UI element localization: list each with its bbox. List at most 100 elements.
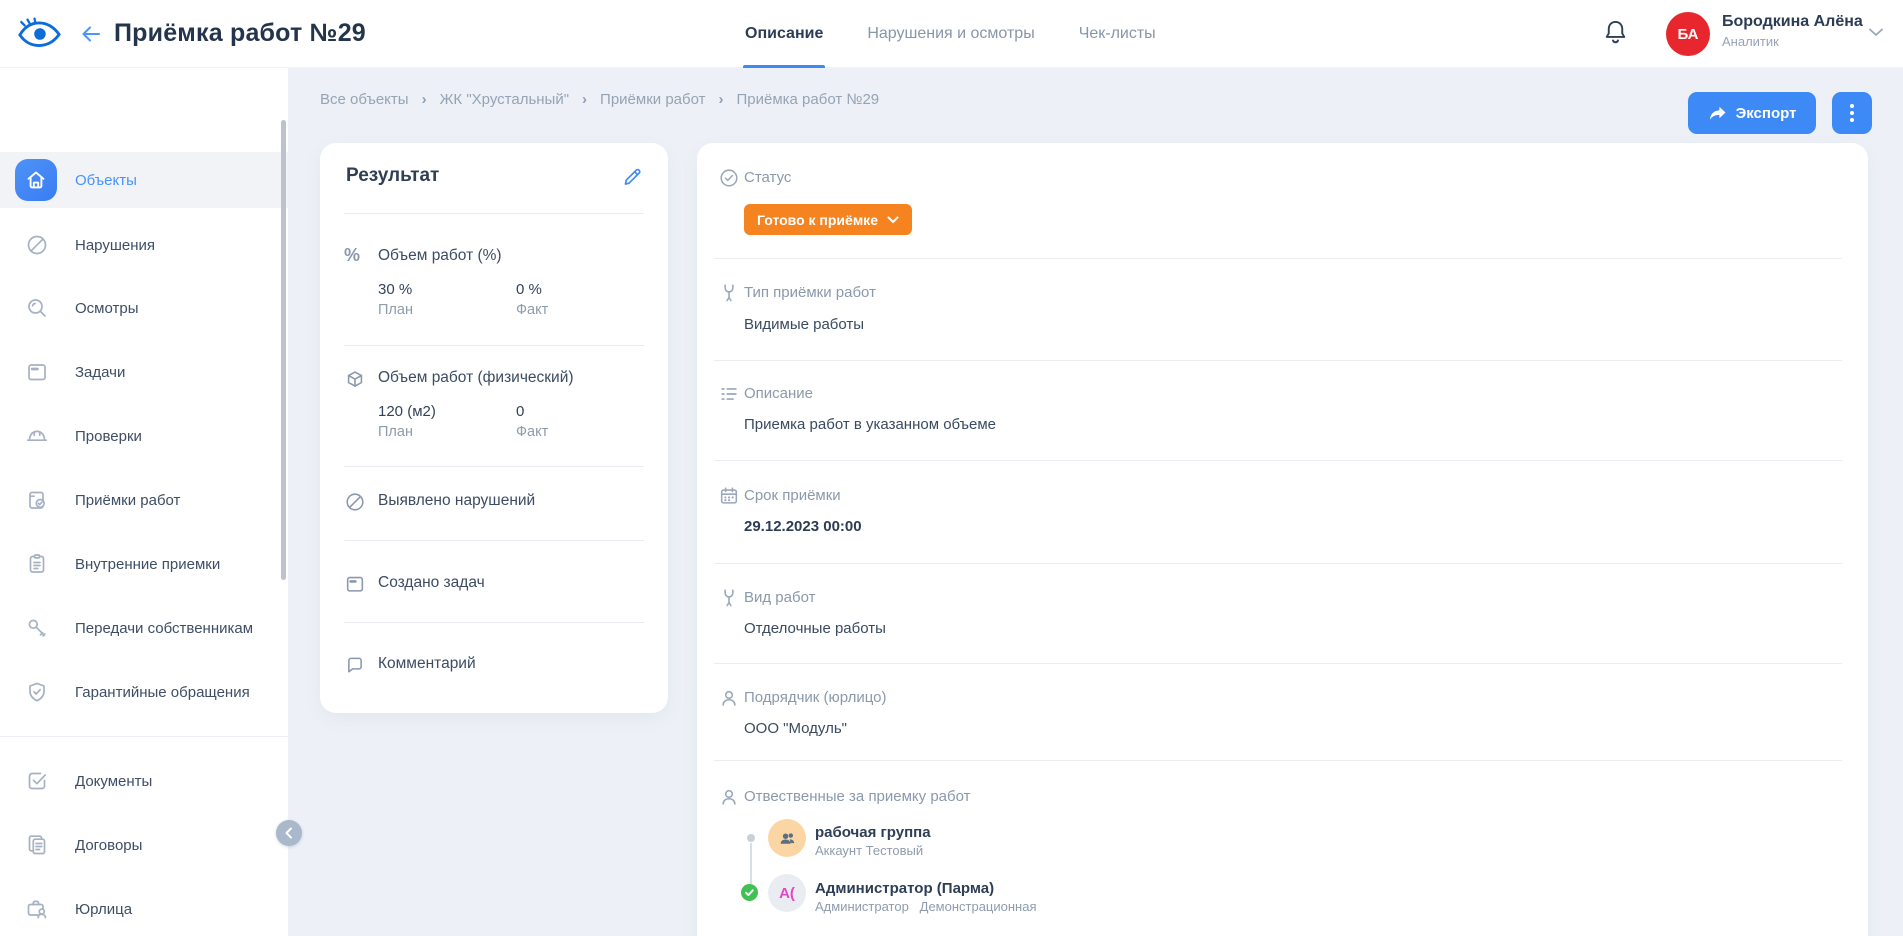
field-value: Приемка работ в указанном объеме bbox=[744, 416, 996, 433]
helmet-icon bbox=[25, 424, 49, 448]
sidebar-collapse-button[interactable] bbox=[276, 820, 302, 846]
sidebar-item-label: Объекты bbox=[75, 172, 137, 189]
back-button[interactable] bbox=[78, 22, 104, 46]
field-label: Вид работ bbox=[744, 589, 815, 606]
user-role: Аналитик bbox=[1722, 34, 1863, 49]
sidebar-item-contracts[interactable]: Договоры bbox=[0, 817, 288, 873]
logo-eye-icon[interactable] bbox=[16, 14, 62, 54]
field-value: ООО "Модуль" bbox=[744, 720, 847, 737]
sidebar-item-label: Гарантийные обращения bbox=[75, 684, 250, 701]
breadcrumb-separator: › bbox=[582, 91, 587, 108]
field-value: Отделочные работы bbox=[744, 620, 886, 637]
window-icon bbox=[344, 573, 366, 595]
tab-violations-inspections[interactable]: Нарушения и осмотры bbox=[867, 0, 1034, 68]
status-dropdown-button[interactable]: Готово к приёмке bbox=[744, 204, 912, 235]
sidebar-item-label: Осмотры bbox=[75, 300, 139, 317]
responsible-caption: Администратор Демонстрационная bbox=[815, 899, 1037, 914]
ban-icon bbox=[344, 491, 366, 513]
list-icon bbox=[718, 383, 740, 405]
ban-icon bbox=[25, 233, 49, 257]
detail-card: Статус Готово к приёмке Тип приёмки рабо… bbox=[697, 143, 1868, 936]
divider bbox=[344, 622, 644, 623]
app-root: Приёмка работ №29 Описание Нарушения и о… bbox=[0, 0, 1903, 936]
divider bbox=[714, 460, 1842, 461]
approved-check-icon bbox=[741, 884, 758, 901]
person-icon bbox=[718, 687, 740, 709]
divider bbox=[714, 760, 1842, 761]
timeline-line bbox=[750, 843, 752, 884]
export-button[interactable]: Экспорт bbox=[1688, 92, 1816, 134]
sidebar-item-label: Юрлица bbox=[75, 901, 132, 918]
responsible-name[interactable]: Администратор (Парма) bbox=[815, 880, 994, 897]
sidebar-item-label: Внутренние приемки bbox=[75, 556, 220, 573]
plan-value: 120 (м2) bbox=[378, 403, 436, 420]
responsible-name[interactable]: рабочая группа bbox=[815, 824, 931, 841]
responsible-caption: Аккаунт Тестовый bbox=[815, 843, 923, 858]
share-icon bbox=[1708, 105, 1727, 122]
sidebar-item-owner-transfers[interactable]: Передачи собственникам bbox=[0, 600, 288, 656]
shield-check-icon bbox=[25, 680, 49, 704]
result-section-label: Объем работ (физический) bbox=[378, 369, 574, 387]
divider bbox=[714, 563, 1842, 564]
result-section-label: Создано задач bbox=[378, 574, 485, 592]
divider bbox=[344, 540, 644, 541]
fact-value: 0 % bbox=[516, 281, 542, 298]
sidebar-scrollbar[interactable] bbox=[281, 120, 286, 580]
sidebar-item-objects[interactable]: Объекты bbox=[0, 152, 288, 208]
divider bbox=[714, 360, 1842, 361]
divider bbox=[714, 663, 1842, 664]
user-avatar[interactable]: БА bbox=[1666, 12, 1710, 56]
sidebar-item-label: Проверки bbox=[75, 428, 142, 445]
sidebar-item-inspections[interactable]: Осмотры bbox=[0, 280, 288, 336]
field-label: Описание bbox=[744, 385, 813, 402]
tab-checklists[interactable]: Чек-листы bbox=[1079, 0, 1156, 68]
sidebar-item-checks[interactable]: Проверки bbox=[0, 408, 288, 464]
kebab-menu-button[interactable] bbox=[1832, 92, 1872, 134]
top-header: Приёмка работ №29 Описание Нарушения и о… bbox=[0, 0, 1903, 68]
breadcrumb-separator: › bbox=[422, 91, 427, 108]
field-value: 29.12.2023 00:00 bbox=[744, 518, 862, 535]
result-section-label: Комментарий bbox=[378, 655, 476, 673]
chevron-left-icon bbox=[284, 827, 294, 839]
timeline-dot bbox=[747, 834, 755, 842]
wrench-icon bbox=[718, 282, 740, 304]
status-value: Готово к приёмке bbox=[757, 212, 878, 228]
result-section-label: Выявлено нарушений bbox=[378, 492, 535, 510]
check-circle-icon bbox=[718, 167, 740, 189]
breadcrumb-separator: › bbox=[718, 91, 723, 108]
sidebar-item-label: Задачи bbox=[75, 364, 125, 381]
breadcrumb-all-objects[interactable]: Все объекты bbox=[320, 91, 409, 108]
home-icon bbox=[15, 159, 57, 201]
documents-icon bbox=[25, 833, 49, 857]
clipboard-lines-icon bbox=[25, 552, 49, 576]
sidebar-item-legal-entities[interactable]: Юрлица bbox=[0, 881, 288, 936]
sidebar-item-work-acceptances[interactable]: Приёмки работ bbox=[0, 472, 288, 528]
search-icon bbox=[25, 296, 49, 320]
divider bbox=[344, 213, 644, 214]
sidebar-item-internal-acceptances[interactable]: Внутренние приемки bbox=[0, 536, 288, 592]
export-label: Экспорт bbox=[1736, 105, 1797, 122]
calendar-icon bbox=[718, 485, 740, 507]
user-block[interactable]: Бородкина Алёна Аналитик bbox=[1722, 13, 1863, 49]
field-value: Видимые работы bbox=[744, 316, 864, 333]
sidebar-item-violations[interactable]: Нарушения bbox=[0, 217, 288, 273]
plan-caption: План bbox=[378, 302, 413, 318]
field-label: Подрядчик (юрлицо) bbox=[744, 689, 887, 706]
key-icon bbox=[25, 616, 49, 640]
sidebar-item-label: Нарушения bbox=[75, 237, 155, 254]
sidebar-item-tasks[interactable]: Задачи bbox=[0, 344, 288, 400]
briefcase-person-icon bbox=[25, 897, 49, 921]
sidebar-item-label: Документы bbox=[75, 773, 152, 790]
sidebar-item-documents[interactable]: Документы bbox=[0, 753, 288, 809]
fact-value: 0 bbox=[516, 403, 524, 420]
breadcrumb-acceptances[interactable]: Приёмки работ bbox=[600, 91, 705, 108]
bell-icon[interactable] bbox=[1602, 18, 1629, 48]
group-avatar[interactable] bbox=[768, 819, 806, 857]
breadcrumb-complex[interactable]: ЖК "Хрустальный" bbox=[440, 91, 569, 108]
chevron-down-icon[interactable] bbox=[1868, 27, 1886, 39]
pencil-icon[interactable] bbox=[622, 165, 644, 187]
tab-description[interactable]: Описание bbox=[745, 0, 823, 68]
text-avatar[interactable]: А( bbox=[768, 874, 806, 912]
avatar-text: А( bbox=[779, 885, 795, 902]
sidebar-item-warranty-claims[interactable]: Гарантийные обращения bbox=[0, 664, 288, 720]
